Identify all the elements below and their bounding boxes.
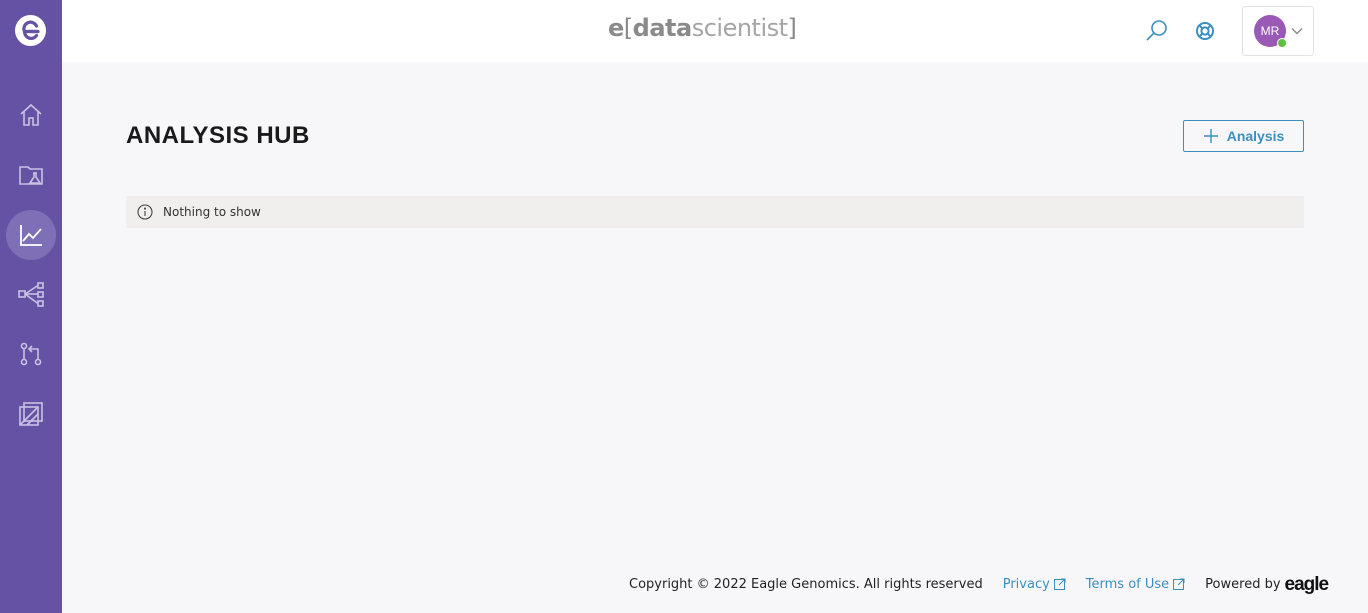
lifebuoy-icon: [1196, 22, 1214, 40]
app-logo: e[datascientist]: [608, 14, 797, 42]
copyright-text: Copyright © 2022 Eagle Genomics. All rig…: [629, 576, 983, 592]
privacy-label: Privacy: [1002, 576, 1050, 592]
sidebar-item-pipelines[interactable]: [6, 329, 56, 379]
plus-icon: [1203, 129, 1218, 143]
brand-open-bracket: [: [623, 14, 633, 42]
privacy-link[interactable]: Privacy: [1003, 577, 1066, 592]
help-button[interactable]: [1192, 18, 1218, 44]
brand-data: data: [632, 14, 693, 42]
add-analysis-button[interactable]: Analysis: [1183, 120, 1304, 152]
network-share-icon: [18, 282, 44, 307]
layers-icon: [19, 402, 43, 426]
sidebar-item-network[interactable]: [6, 269, 56, 319]
sidebar-item-datasets[interactable]: [6, 389, 56, 439]
eagle-e-logo[interactable]: [15, 15, 46, 46]
powered-by-label: Powered by: [1205, 576, 1281, 592]
brand-e: e: [608, 14, 624, 42]
empty-state-text: Nothing to show: [163, 205, 261, 219]
page-title: ANALYSIS HUB: [126, 122, 310, 149]
external-link-icon: [1173, 578, 1185, 590]
online-status-indicator: [1277, 38, 1287, 48]
powered-by: Powered by eagle: [1205, 575, 1330, 594]
empty-state-message: Nothing to show: [126, 196, 1304, 228]
sidebar: [0, 0, 62, 613]
terms-link[interactable]: Terms of Use: [1086, 577, 1185, 592]
sidebar-item-home[interactable]: [6, 90, 56, 140]
footer: Copyright © 2022 Eagle Genomics. All rig…: [629, 573, 1330, 595]
pull-request-icon: [20, 342, 42, 366]
add-analysis-label: Analysis: [1226, 128, 1285, 144]
home-icon: [20, 103, 42, 126]
brand-scientist: scientist: [691, 14, 788, 42]
terms-label: Terms of Use: [1085, 576, 1170, 592]
top-bar: e[datascientist] MR: [62, 0, 1368, 62]
brand-close-bracket: ]: [787, 14, 797, 42]
info-icon: [137, 204, 153, 220]
folder-flask-icon: [19, 166, 43, 185]
line-chart-icon: [20, 225, 42, 246]
search-button[interactable]: [1144, 18, 1170, 44]
sidebar-item-analysis[interactable]: [6, 210, 56, 260]
eagle-genomics-logo[interactable]: eagle: [1285, 575, 1330, 594]
avatar-initials: MR: [1260, 24, 1280, 38]
sidebar-item-projects[interactable]: [6, 150, 56, 200]
external-link-icon: [1053, 578, 1066, 590]
search-icon: [1146, 20, 1167, 41]
user-menu[interactable]: MR: [1242, 6, 1314, 56]
chevron-down-icon: [1291, 28, 1303, 35]
